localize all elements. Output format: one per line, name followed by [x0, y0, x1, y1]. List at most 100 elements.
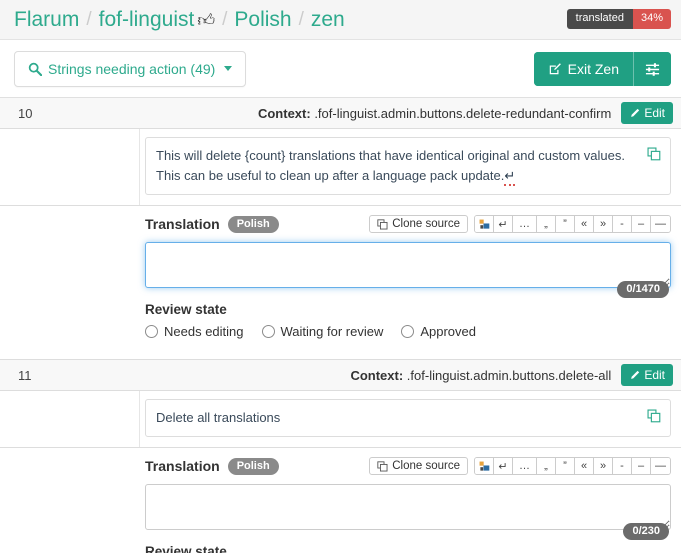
context-prefix-label: Context:: [257, 105, 311, 121]
right-guillemet-char-button[interactable]: »: [594, 458, 613, 475]
radio-waiting-for-review[interactable]: Waiting for review: [261, 324, 384, 340]
en-dash-char-button[interactable]: –: [632, 216, 651, 233]
copy-icon: [377, 219, 388, 230]
copy-icon: [377, 461, 388, 472]
pencil-icon: [629, 108, 640, 119]
translation-input-wrapper: 0/1470: [145, 242, 671, 299]
breadcrumb-label-component: fof-linguist: [98, 7, 195, 31]
unit-number: 10: [18, 105, 33, 121]
translation-label: Translation: [145, 458, 220, 475]
breadcrumb-item-zen[interactable]: zen: [311, 8, 345, 32]
clone-source-button[interactable]: Clone source: [369, 457, 468, 476]
language-pill: Polish: [227, 215, 279, 233]
edit-button[interactable]: Edit: [621, 364, 673, 387]
edit-button-label: Edit: [644, 368, 665, 383]
search-filter-dropdown[interactable]: Strings needing action (49): [14, 50, 247, 87]
newline-char-button[interactable]: ↵: [494, 216, 513, 233]
chevron-down-icon: [224, 66, 233, 71]
radio-needs-editing[interactable]: Needs editing: [145, 324, 244, 339]
insert-special-icon[interactable]: [475, 458, 494, 475]
radio-circle-icon: [261, 325, 275, 339]
radio-label-needs-editing: Needs editing: [164, 324, 244, 340]
special-chars-group: ↵ … „ ” « » - – —: [474, 457, 671, 476]
clone-source-button[interactable]: Clone source: [369, 215, 468, 234]
breadcrumb-item-component[interactable]: fof-linguist 👍︎: [99, 8, 215, 32]
breadcrumb-separator-3: /: [298, 8, 304, 30]
unit-context: Context: .fof-linguist.admin.buttons.del…: [138, 106, 621, 121]
review-state-radio-group: Needs editing Waiting for review Approve…: [145, 324, 671, 349]
translation-unit: 11 Context: .fof-linguist.admin.buttons.…: [0, 360, 681, 553]
insert-special-icon[interactable]: [475, 216, 494, 233]
radio-label-waiting-for-review: Waiting for review: [280, 324, 384, 340]
translation-wrapper: Translation Polish Clone source ↵ … „ ” …: [140, 448, 681, 553]
special-chars-group: ↵ … „ ” « » - – —: [474, 215, 671, 234]
em-dash-char-button[interactable]: —: [651, 216, 670, 233]
context-prefix-label: Context:: [350, 367, 404, 383]
review-state-label: Review state: [145, 544, 227, 553]
copy-source-icon[interactable]: [647, 147, 661, 161]
right-double-quote-char-button[interactable]: ”: [556, 216, 575, 233]
ellipsis-char-button[interactable]: …: [513, 458, 537, 475]
em-dash-char-button[interactable]: —: [651, 458, 670, 475]
ellipsis-char-button[interactable]: …: [513, 216, 537, 233]
breadcrumb-separator-2: /: [222, 8, 228, 30]
breadcrumb-bar: Flarum / fof-linguist 👍︎ / Polish / zen t…: [0, 0, 681, 40]
translation-input[interactable]: [145, 242, 671, 289]
status-badge: translated 34%: [566, 9, 671, 29]
context-value: .fof-linguist.admin.buttons.delete-all: [406, 367, 612, 383]
translation-gutter: [0, 206, 140, 360]
breadcrumb-item-language[interactable]: Polish: [234, 8, 291, 32]
breadcrumb-label-project: Flarum: [14, 7, 80, 31]
unit-header: 10 Context: .fof-linguist.admin.buttons.…: [0, 98, 681, 129]
copy-source-icon[interactable]: [647, 409, 661, 423]
radio-approved[interactable]: Approved: [401, 324, 476, 339]
source-wrapper: Delete all translations: [140, 391, 681, 447]
thumbs-up-icon: 👍︎: [197, 11, 216, 30]
unit-number: 11: [18, 367, 32, 383]
en-dash-char-button[interactable]: –: [632, 458, 651, 475]
hyphen-char-button[interactable]: -: [613, 458, 632, 475]
search-icon: [28, 62, 42, 76]
source-row: This will delete {count} translations th…: [0, 129, 681, 207]
breadcrumb-item-project[interactable]: Flarum: [14, 8, 79, 32]
left-guillemet-char-button[interactable]: «: [575, 458, 594, 475]
breadcrumb-label-zen: zen: [310, 7, 345, 31]
edit-button[interactable]: Edit: [621, 102, 673, 124]
translation-header: Translation Polish Clone source ↵ … „ ” …: [145, 455, 671, 477]
source-line-1: Delete all translations: [156, 410, 281, 426]
settings-button[interactable]: [633, 52, 671, 86]
newline-char-button[interactable]: ↵: [494, 458, 513, 475]
radio-label-approved: Approved: [420, 324, 476, 340]
breadcrumb-label-language: Polish: [234, 7, 292, 31]
low-double-quote-char-button[interactable]: „: [537, 458, 556, 475]
hyphen-char-button[interactable]: -: [613, 216, 632, 233]
pencil-icon: [629, 370, 640, 381]
edit-square-icon: [548, 62, 562, 76]
low-double-quote-char-button[interactable]: „: [537, 216, 556, 233]
translation-label: Translation: [145, 216, 220, 233]
right-double-quote-char-button[interactable]: ”: [556, 458, 575, 475]
source-row: Delete all translations: [0, 391, 681, 449]
sliders-icon: [645, 62, 660, 77]
language-pill: Polish: [227, 457, 279, 475]
translation-input[interactable]: [145, 484, 671, 531]
status-badge-percent: 34%: [632, 9, 671, 29]
translation-toolbar: Clone source ↵ … „ ” « » - – —: [369, 215, 671, 234]
radio-circle-icon: [401, 325, 415, 339]
clone-source-label: Clone source: [392, 460, 460, 473]
translation-wrapper: Translation Polish Clone source ↵ … „ ” …: [140, 206, 681, 359]
edit-button-label: Edit: [644, 106, 665, 120]
context-value: .fof-linguist.admin.buttons.delete-redun…: [314, 105, 612, 121]
right-guillemet-char-button[interactable]: »: [594, 216, 613, 233]
clone-source-label: Clone source: [392, 218, 460, 231]
translation-gutter: [0, 448, 140, 553]
unit-header: 11 Context: .fof-linguist.admin.buttons.…: [0, 360, 681, 392]
translation-row: Translation Polish Clone source ↵ … „ ” …: [0, 206, 681, 360]
exit-zen-button[interactable]: Exit Zen: [533, 52, 633, 86]
source-line-2: This can be useful to clean up after a l…: [156, 168, 505, 184]
search-filter-label: Strings needing action (49): [48, 60, 216, 77]
translation-toolbar: Clone source ↵ … „ ” « » - – —: [369, 457, 671, 476]
action-bar: Strings needing action (49) Exit Zen: [0, 40, 681, 98]
left-guillemet-char-button[interactable]: «: [575, 216, 594, 233]
breadcrumb-separator: /: [86, 8, 92, 30]
